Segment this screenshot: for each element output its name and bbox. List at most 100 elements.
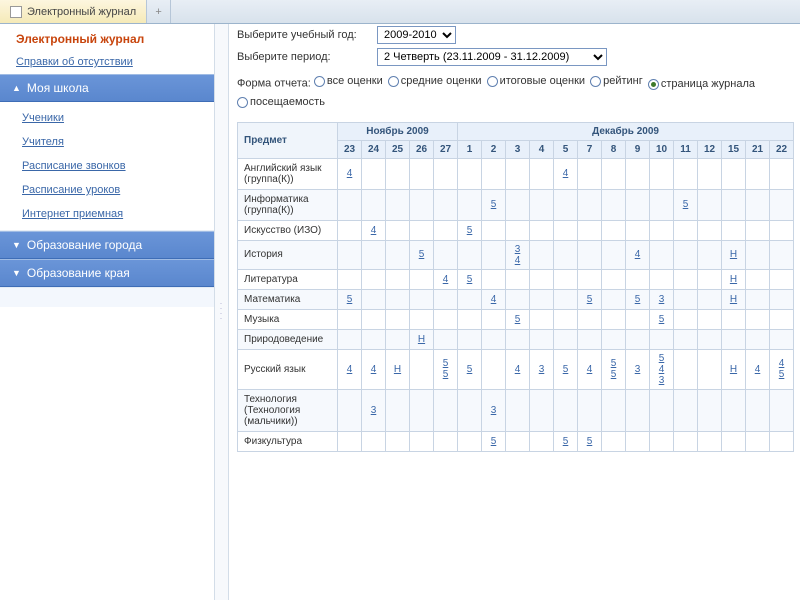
sidebar-item[interactable]: Расписание звонков — [0, 154, 214, 178]
report-option[interactable]: страница журнала — [648, 75, 755, 93]
grade-link[interactable]: 4 — [436, 274, 455, 285]
grade-link[interactable]: 4 — [508, 255, 527, 266]
grade-link[interactable]: 3 — [532, 364, 551, 375]
grade-cell — [458, 240, 482, 269]
tab-add-button[interactable]: + — [147, 0, 171, 23]
grade-link[interactable]: 5 — [580, 436, 599, 447]
sidebar-section-header[interactable]: ▼Образование города — [0, 231, 214, 259]
grade-link[interactable]: Н — [724, 249, 743, 260]
grade-cell — [434, 309, 458, 329]
report-option[interactable]: средние оценки — [388, 72, 482, 90]
grade-link[interactable]: Н — [724, 274, 743, 285]
grade-link[interactable]: 4 — [340, 364, 359, 375]
grade-cell — [386, 389, 410, 431]
grade-link[interactable]: Н — [412, 334, 431, 345]
grade-link[interactable]: 5 — [484, 199, 503, 210]
grade-cell: 4 — [578, 349, 602, 389]
grade-link[interactable]: 3 — [652, 375, 671, 386]
grade-link[interactable]: 5 — [604, 369, 623, 380]
splitter[interactable]: ···· — [215, 24, 229, 600]
grade-link[interactable]: 4 — [508, 364, 527, 375]
radio-icon — [314, 76, 325, 87]
grade-link[interactable]: 3 — [484, 405, 503, 416]
grade-cell: 34 — [506, 240, 530, 269]
grade-link[interactable]: 4 — [364, 364, 383, 375]
grade-link[interactable]: 3 — [652, 294, 671, 305]
grade-link[interactable]: 5 — [556, 364, 575, 375]
grade-link[interactable]: 5 — [772, 369, 791, 380]
grade-link[interactable]: Н — [724, 364, 743, 375]
chevron-down-icon: ▼ — [12, 268, 21, 278]
year-select[interactable]: 2009-2010 — [377, 26, 456, 44]
tab-journal[interactable]: Электронный журнал — [0, 0, 147, 23]
grade-cell — [530, 158, 554, 189]
sidebar-absence-link[interactable]: Справки об отсутствии — [0, 50, 214, 74]
grade-link[interactable]: 5 — [628, 294, 647, 305]
report-option[interactable]: рейтинг — [590, 72, 643, 90]
report-option[interactable]: посещаемость — [237, 93, 325, 111]
grade-link[interactable]: 4 — [580, 364, 599, 375]
grade-link[interactable]: 5 — [508, 314, 527, 325]
radio-icon — [388, 76, 399, 87]
sidebar-section-header[interactable]: ▼Образование края — [0, 259, 214, 287]
grade-cell — [410, 309, 434, 329]
grade-link[interactable]: 4 — [652, 364, 671, 375]
grade-link[interactable]: 5 — [676, 199, 695, 210]
report-option[interactable]: итоговые оценки — [487, 72, 585, 90]
grade-link[interactable]: 5 — [436, 358, 455, 369]
period-select[interactable]: 2 Четверть (23.11.2009 - 31.12.2009) — [377, 48, 607, 66]
grade-cell — [626, 158, 650, 189]
grade-link[interactable]: Н — [724, 294, 743, 305]
day-header: 3 — [506, 140, 530, 158]
grade-cell — [650, 389, 674, 431]
grade-link[interactable]: 4 — [628, 249, 647, 260]
grade-link[interactable]: 5 — [340, 294, 359, 305]
sidebar-item[interactable]: Интернет приемная — [0, 202, 214, 226]
sidebar-item[interactable]: Учителя — [0, 130, 214, 154]
grade-link[interactable]: 3 — [364, 405, 383, 416]
grade-link[interactable]: 5 — [604, 358, 623, 369]
grade-link[interactable]: 4 — [364, 225, 383, 236]
grade-cell — [458, 389, 482, 431]
grade-link[interactable]: 3 — [508, 244, 527, 255]
sidebar-section-header[interactable]: ▲Моя школа — [0, 74, 214, 102]
grade-link[interactable]: 5 — [460, 364, 479, 375]
grade-link[interactable]: 4 — [340, 168, 359, 179]
grade-cell — [338, 269, 362, 289]
report-option[interactable]: все оценки — [314, 72, 383, 90]
report-option-label: средние оценки — [401, 72, 482, 90]
sidebar-item[interactable]: Ученики — [0, 106, 214, 130]
subject-cell: Природоведение — [238, 329, 338, 349]
grade-cell — [698, 269, 722, 289]
grade-cell — [482, 309, 506, 329]
grade-link[interactable]: 5 — [484, 436, 503, 447]
grade-link[interactable]: 4 — [484, 294, 503, 305]
table-row: Русский язык44Н5554354553543Н445 — [238, 349, 794, 389]
grade-link[interactable]: 5 — [580, 294, 599, 305]
grade-cell: 4 — [338, 158, 362, 189]
grade-link[interactable]: 5 — [460, 274, 479, 285]
grade-link[interactable]: 4 — [556, 168, 575, 179]
grade-cell — [338, 309, 362, 329]
grade-link[interactable]: 5 — [652, 353, 671, 364]
grade-link[interactable]: 3 — [628, 364, 647, 375]
grade-cell: 5 — [458, 349, 482, 389]
grade-cell — [722, 329, 746, 349]
grade-link[interactable]: 4 — [748, 364, 767, 375]
grade-cell — [410, 389, 434, 431]
grade-link[interactable]: 5 — [412, 249, 431, 260]
grade-cell: 3 — [482, 389, 506, 431]
grade-cell — [674, 220, 698, 240]
grade-link[interactable]: Н — [388, 364, 407, 375]
radio-icon — [590, 76, 601, 87]
grade-cell — [482, 349, 506, 389]
grade-link[interactable]: 5 — [436, 369, 455, 380]
year-label: Выберите учебный год: — [237, 29, 377, 41]
grade-cell — [626, 220, 650, 240]
grade-cell — [338, 240, 362, 269]
grade-link[interactable]: 4 — [772, 358, 791, 369]
grade-link[interactable]: 5 — [556, 436, 575, 447]
grade-link[interactable]: 5 — [652, 314, 671, 325]
sidebar-item[interactable]: Расписание уроков — [0, 178, 214, 202]
grade-link[interactable]: 5 — [460, 225, 479, 236]
